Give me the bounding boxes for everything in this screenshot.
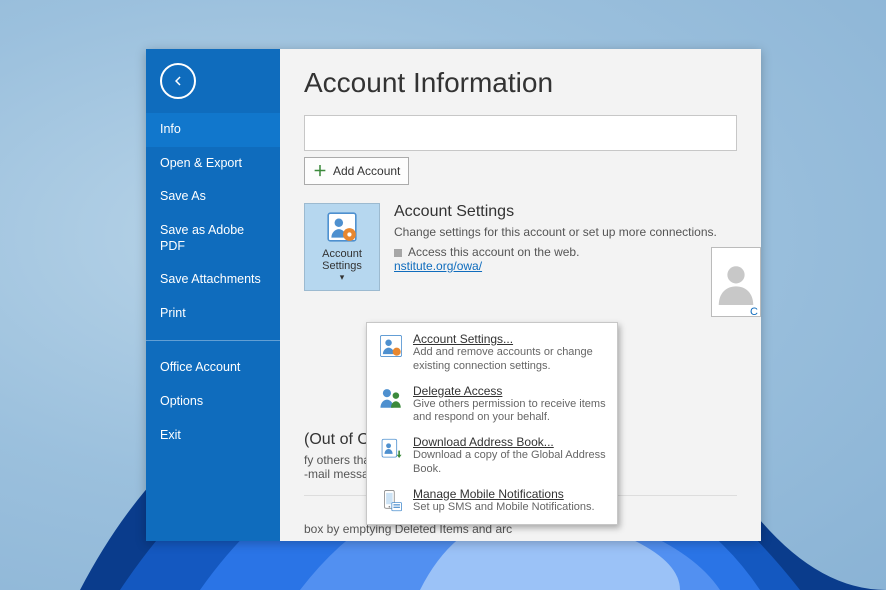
chevron-down-icon: ▾ (340, 273, 345, 282)
address-book-icon (377, 435, 405, 463)
account-settings-body: Account Settings Change settings for thi… (394, 203, 737, 291)
sidebar-item-info[interactable]: Info (146, 113, 280, 147)
page-title: Account Information (304, 67, 737, 99)
account-settings-button[interactable]: Account Settings ▾ (304, 203, 380, 291)
outlook-backstage-window: Info Open & Export Save As Save as Adobe… (146, 49, 761, 541)
account-settings-bullet-text: Access this account on the web. (408, 245, 579, 259)
add-account-button[interactable]: ＋ Add Account (304, 157, 409, 185)
arrow-left-icon (169, 72, 187, 90)
sidebar-item-exit[interactable]: Exit (146, 419, 280, 453)
bullet-square-icon (394, 249, 402, 257)
dd-item-title: Account Settings... (413, 332, 607, 346)
profile-picture[interactable]: C (711, 247, 761, 317)
dd-item-desc: Download a copy of the Global Address Bo… (413, 449, 607, 477)
sidebar-item-save-as[interactable]: Save As (146, 180, 280, 214)
profile-change-label: C (750, 306, 758, 317)
dd-item-title: Delegate Access (413, 384, 607, 398)
dd-item-desc: Give others permission to receive items … (413, 398, 607, 426)
backstage-sidebar: Info Open & Export Save As Save as Adobe… (146, 49, 280, 541)
sidebar-item-open-export[interactable]: Open & Export (146, 147, 280, 181)
sidebar-item-office-account[interactable]: Office Account (146, 351, 280, 385)
account-selector[interactable] (304, 115, 737, 151)
sidebar-item-options[interactable]: Options (146, 385, 280, 419)
sidebar-item-print[interactable]: Print (146, 297, 280, 331)
account-settings-dropdown: Account Settings... Add and remove accou… (366, 322, 618, 525)
dd-manage-mobile-notifications[interactable]: Manage Mobile Notifications Set up SMS a… (367, 482, 617, 520)
sidebar-item-save-as-adobe-pdf[interactable]: Save as Adobe PDF (146, 214, 280, 263)
dd-item-desc: Add and remove accounts or change existi… (413, 346, 607, 374)
content-area: Account Information ＋ Add Account Accoun… (280, 49, 761, 541)
dd-item-title: Download Address Book... (413, 435, 607, 449)
dd-account-settings[interactable]: Account Settings... Add and remove accou… (367, 327, 617, 379)
plus-icon: ＋ (313, 161, 327, 181)
account-settings-section: Account Settings ▾ Account Settings Chan… (304, 203, 737, 291)
owa-link[interactable]: nstitute.org/owa/ (394, 259, 482, 273)
back-button[interactable] (160, 63, 196, 99)
sidebar-item-save-attachments[interactable]: Save Attachments (146, 263, 280, 297)
add-account-label: Add Account (333, 164, 400, 178)
account-settings-desc: Change settings for this account or set … (394, 225, 737, 239)
account-settings-button-label: Account Settings (307, 248, 377, 272)
account-settings-icon (325, 210, 359, 244)
delegate-access-icon (377, 384, 405, 412)
account-settings-heading: Account Settings (394, 203, 737, 221)
mobile-notification-icon (377, 487, 405, 515)
sidebar-divider (146, 340, 280, 341)
dd-download-address-book[interactable]: Download Address Book... Download a copy… (367, 430, 617, 482)
account-settings-icon (377, 332, 405, 360)
dd-delegate-access[interactable]: Delegate Access Give others permission t… (367, 379, 617, 431)
avatar-placeholder-icon (713, 259, 759, 305)
dd-item-title: Manage Mobile Notifications (413, 487, 595, 501)
dd-item-desc: Set up SMS and Mobile Notifications. (413, 501, 595, 515)
